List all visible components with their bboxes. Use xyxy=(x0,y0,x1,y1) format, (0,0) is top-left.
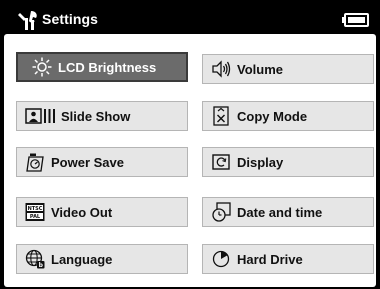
lcd-brightness-label: LCD Brightness xyxy=(58,59,157,75)
video-out-button[interactable]: NTSC PAL Video Out xyxy=(16,197,188,227)
date-and-time-label: Date and time xyxy=(237,204,323,220)
display-button[interactable]: Display xyxy=(202,147,374,177)
copy-mode-button[interactable]: Copy Mode xyxy=(202,101,374,131)
power-save-label: Power Save xyxy=(51,154,124,170)
power-save-icon xyxy=(26,153,44,172)
battery-icon xyxy=(342,13,369,27)
settings-tools-icon xyxy=(18,11,37,30)
copy-mode-label: Copy Mode xyxy=(237,108,308,124)
hard-drive-icon xyxy=(212,250,230,268)
svg-text:b: b xyxy=(39,262,44,269)
video-out-icon: NTSC PAL xyxy=(25,203,45,221)
settings-screen: Settings LCD Brightness Volume Slide Sho… xyxy=(0,0,380,289)
volume-button[interactable]: Volume xyxy=(202,54,374,84)
page-title: Settings xyxy=(42,11,99,27)
settings-panel: LCD Brightness Volume Slide Show Copy Mo… xyxy=(4,34,376,287)
language-label: Language xyxy=(51,251,113,267)
globe-icon: b xyxy=(25,249,45,269)
clock-icon xyxy=(212,202,231,222)
display-icon xyxy=(212,154,230,170)
speaker-icon xyxy=(212,60,231,78)
slide-show-button[interactable]: Slide Show xyxy=(16,101,188,131)
video-out-label: Video Out xyxy=(51,204,113,220)
video-out-icon-pal: PAL xyxy=(30,214,41,220)
video-out-icon-ntsc: NTSC xyxy=(28,206,43,212)
lcd-brightness-button[interactable]: LCD Brightness xyxy=(16,52,188,82)
hard-drive-button[interactable]: Hard Drive xyxy=(202,244,374,274)
display-label: Display xyxy=(237,154,284,170)
language-button[interactable]: b Language xyxy=(16,244,188,274)
copy-mode-icon xyxy=(213,106,229,126)
volume-label: Volume xyxy=(237,61,283,77)
sun-icon xyxy=(32,57,52,77)
date-and-time-button[interactable]: Date and time xyxy=(202,197,374,227)
slideshow-icon xyxy=(25,108,55,124)
slide-show-label: Slide Show xyxy=(61,108,131,124)
title-bar: Settings xyxy=(4,5,376,35)
hard-drive-label: Hard Drive xyxy=(237,251,303,267)
power-save-button[interactable]: Power Save xyxy=(16,147,188,177)
